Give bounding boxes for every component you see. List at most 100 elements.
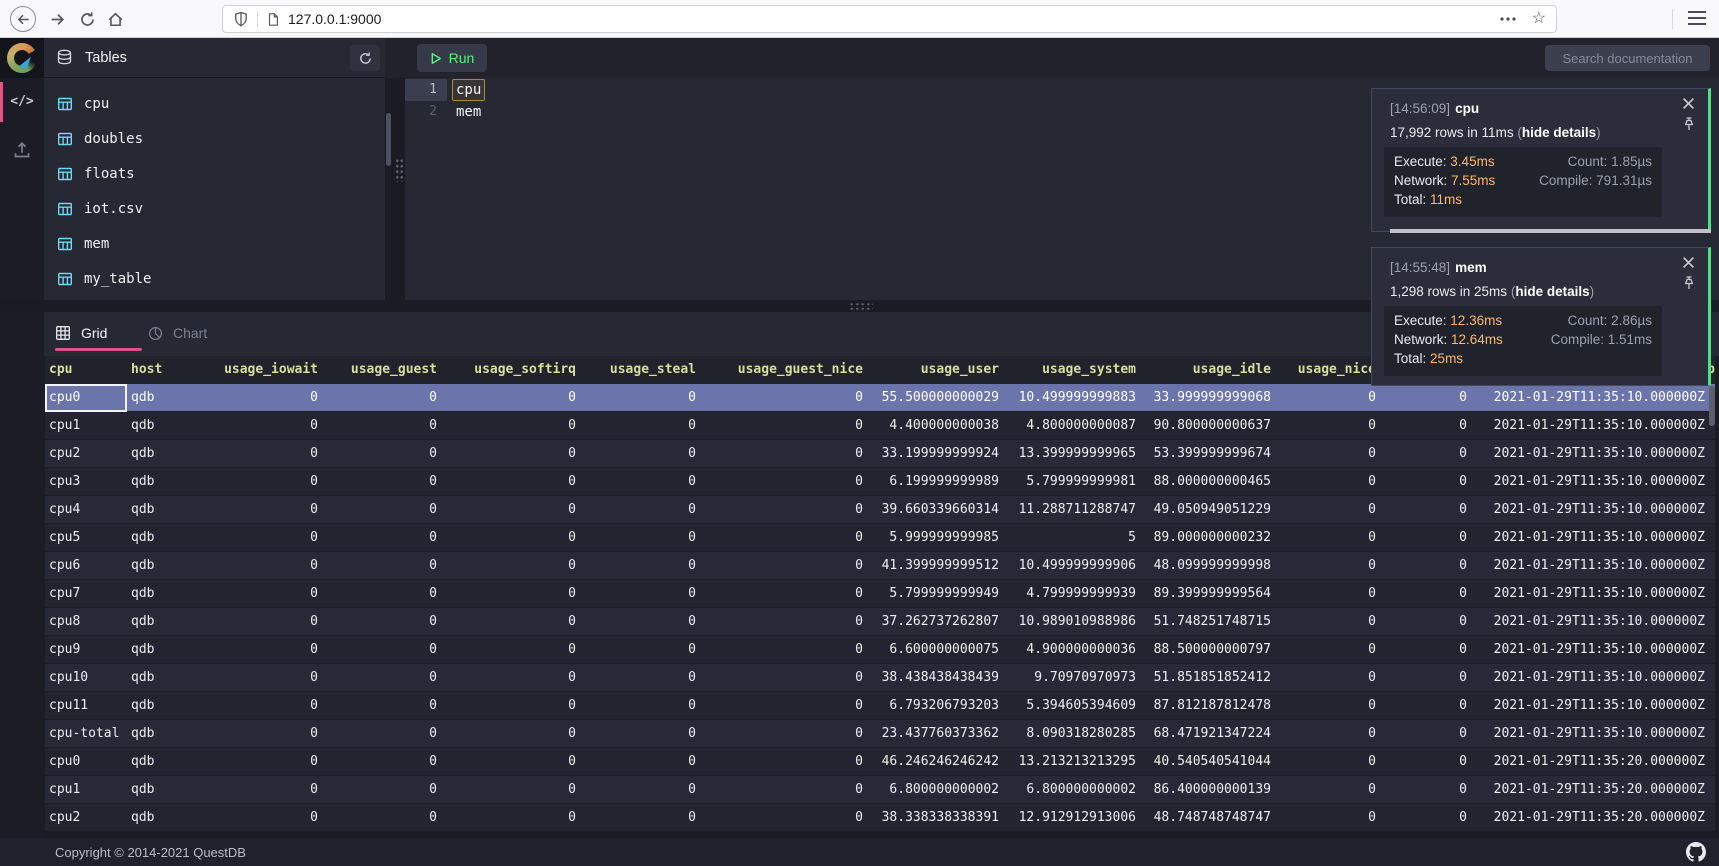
table-cell[interactable]: 6.800000000002 (1007, 776, 1144, 804)
table-cell[interactable]: 5.999999999985 (871, 524, 1007, 552)
table-row[interactable]: cpu7qdb000005.7999999999494.799999999939… (45, 580, 1715, 608)
table-cell[interactable]: 0 (1384, 552, 1475, 580)
table-cell[interactable]: 0 (202, 468, 326, 496)
table-cell[interactable]: 0 (445, 580, 584, 608)
table-cell[interactable]: 0 (326, 468, 445, 496)
table-cell[interactable]: 0 (1384, 412, 1475, 440)
table-cell[interactable]: cpu7 (45, 580, 127, 608)
table-cell[interactable]: 0 (1279, 580, 1384, 608)
table-cell[interactable]: 0 (202, 804, 326, 832)
page-actions-icon[interactable] (1500, 17, 1516, 21)
table-cell[interactable]: 0 (326, 608, 445, 636)
table-cell[interactable]: 0 (326, 636, 445, 664)
pin-icon[interactable] (1683, 276, 1696, 290)
table-cell[interactable]: cpu3 (45, 468, 127, 496)
table-cell[interactable]: 0 (202, 412, 326, 440)
table-cell[interactable]: 6.600000000075 (871, 636, 1007, 664)
column-header-usage_user[interactable]: usage_user (871, 356, 1007, 384)
table-row[interactable]: cpu1qdb000004.4000000000384.800000000087… (45, 412, 1715, 440)
table-cell[interactable]: 86.400000000139 (1144, 776, 1279, 804)
table-cell[interactable]: 0 (202, 552, 326, 580)
hide-details-link[interactable]: hide details (1522, 125, 1596, 140)
table-cell[interactable]: qdb (127, 776, 202, 804)
table-cell[interactable]: cpu2 (45, 440, 127, 468)
table-cell[interactable]: 51.748251748715 (1144, 608, 1279, 636)
table-cell[interactable]: 0 (202, 524, 326, 552)
tab-chart[interactable]: Chart (148, 318, 207, 348)
table-cell[interactable]: 0 (326, 412, 445, 440)
table-cell[interactable]: 4.400000000038 (871, 412, 1007, 440)
table-cell[interactable]: 5.799999999949 (871, 580, 1007, 608)
table-cell[interactable]: 6.800000000002 (871, 776, 1007, 804)
table-cell[interactable]: 6.199999999989 (871, 468, 1007, 496)
table-cell[interactable]: 2021-01-29T11:35:10.000000Z (1475, 692, 1715, 720)
table-cell[interactable]: 0 (445, 552, 584, 580)
table-cell[interactable]: 0 (1384, 496, 1475, 524)
table-cell[interactable]: 0 (445, 496, 584, 524)
table-cell[interactable]: qdb (127, 608, 202, 636)
table-row[interactable]: cpu3qdb000006.1999999999895.799999999981… (45, 468, 1715, 496)
column-header-cpu[interactable]: cpu (45, 356, 127, 384)
table-cell[interactable]: 0 (1384, 720, 1475, 748)
table-cell[interactable]: qdb (127, 580, 202, 608)
table-cell[interactable]: qdb (127, 664, 202, 692)
table-cell[interactable]: 2021-01-29T11:35:10.000000Z (1475, 580, 1715, 608)
table-cell[interactable]: 46.246246246242 (871, 748, 1007, 776)
table-cell[interactable]: 90.800000000637 (1144, 412, 1279, 440)
table-cell[interactable]: 0 (704, 524, 871, 552)
table-cell[interactable]: 0 (584, 720, 704, 748)
table-cell[interactable]: 40.540540541044 (1144, 748, 1279, 776)
table-cell[interactable]: 13.399999999965 (1007, 440, 1144, 468)
console-view-icon[interactable]: </> (7, 90, 37, 112)
table-cell[interactable]: 39.660339660314 (871, 496, 1007, 524)
table-cell[interactable]: 0 (202, 664, 326, 692)
sidebar-item-cpu[interactable]: cpu (44, 86, 385, 121)
table-cell[interactable]: 38.338338338391 (871, 804, 1007, 832)
table-cell[interactable]: 4.800000000087 (1007, 412, 1144, 440)
table-cell[interactable]: 89.000000000232 (1144, 524, 1279, 552)
table-cell[interactable]: 0 (1279, 748, 1384, 776)
table-cell[interactable]: 0 (1279, 524, 1384, 552)
table-cell[interactable]: 0 (326, 804, 445, 832)
back-icon[interactable] (10, 6, 36, 32)
table-cell[interactable]: 0 (584, 804, 704, 832)
table-cell[interactable]: 2021-01-29T11:35:20.000000Z (1475, 776, 1715, 804)
table-cell[interactable]: 0 (1384, 384, 1475, 412)
column-header-host[interactable]: host (127, 356, 202, 384)
table-cell[interactable]: cpu0 (45, 748, 127, 776)
sql-token[interactable]: mem (452, 101, 485, 123)
table-row[interactable]: cpu8qdb0000037.26273726280710.9890109889… (45, 608, 1715, 636)
table-cell[interactable]: 0 (202, 748, 326, 776)
table-cell[interactable]: 0 (584, 608, 704, 636)
sidebar-item-my-table[interactable]: my_table (44, 261, 385, 296)
table-cell[interactable]: 0 (1384, 524, 1475, 552)
table-cell[interactable]: 4.799999999939 (1007, 580, 1144, 608)
table-cell[interactable]: cpu10 (45, 664, 127, 692)
table-cell[interactable]: 2021-01-29T11:35:10.000000Z (1475, 552, 1715, 580)
table-cell[interactable]: qdb (127, 496, 202, 524)
table-cell[interactable]: 0 (1279, 692, 1384, 720)
table-cell[interactable]: 38.438438438439 (871, 664, 1007, 692)
table-cell[interactable]: 0 (584, 412, 704, 440)
url-text[interactable]: 127.0.0.1:9000 (288, 11, 1500, 27)
table-cell[interactable]: 0 (445, 636, 584, 664)
table-row[interactable]: cpu11qdb000006.7932067932035.39460539460… (45, 692, 1715, 720)
table-cell[interactable]: 0 (1279, 412, 1384, 440)
close-icon[interactable] (1682, 97, 1696, 111)
table-cell[interactable]: 48.099999999998 (1144, 552, 1279, 580)
table-cell[interactable]: 2021-01-29T11:35:10.000000Z (1475, 496, 1715, 524)
table-cell[interactable]: 0 (445, 748, 584, 776)
sql-token[interactable]: cpu (452, 79, 485, 101)
table-cell[interactable]: 0 (445, 524, 584, 552)
table-cell[interactable]: 0 (584, 580, 704, 608)
table-cell[interactable]: 0 (584, 664, 704, 692)
table-cell[interactable]: 0 (584, 524, 704, 552)
table-row[interactable]: cpu4qdb0000039.66033966031411.2887112887… (45, 496, 1715, 524)
tab-grid[interactable]: Grid (55, 318, 107, 348)
table-cell[interactable]: 0 (1384, 440, 1475, 468)
table-cell[interactable]: 0 (704, 552, 871, 580)
table-cell[interactable]: cpu1 (45, 412, 127, 440)
table-cell[interactable]: 0 (326, 748, 445, 776)
grid-scrollbar[interactable] (1709, 386, 1715, 426)
table-cell[interactable]: 0 (1384, 608, 1475, 636)
